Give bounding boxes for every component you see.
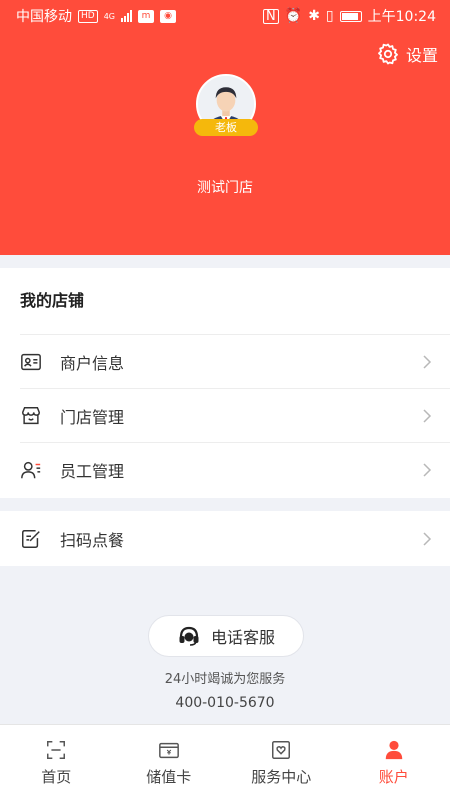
signal-icon (121, 10, 132, 22)
service-slogan: 24小时竭诚为您服务 (164, 672, 286, 687)
bottom-tab-bar: 首页 储值卡 服务中心 账户 (0, 724, 450, 800)
service-phone-number[interactable]: 400-010-5670 (0, 695, 450, 711)
gear-icon (378, 43, 398, 65)
menu-item-label: 扫码点餐 (60, 530, 125, 550)
edit-note-icon (22, 529, 40, 548)
tab-label: 储值卡 (146, 768, 192, 786)
settings-button[interactable]: 设置 (376, 42, 438, 66)
tab-home[interactable]: 首页 (0, 725, 113, 800)
clock-label: 上午10:24 (367, 9, 436, 25)
role-badge: 老板 (194, 119, 258, 136)
tab-account[interactable]: 账户 (338, 725, 450, 800)
network-label: 4G (103, 11, 115, 21)
headset-icon (179, 626, 199, 646)
profile-header: 设置 老板 测试门店 (0, 0, 450, 255)
id-card-icon (21, 353, 41, 370)
tab-label: 账户 (378, 768, 409, 786)
menu-item-label: 门店管理 (60, 407, 125, 427)
store-name: 测试门店 (197, 180, 253, 196)
heart-box-icon (272, 741, 291, 759)
extra-card: 扫码点餐 (0, 511, 450, 566)
wallet-card-icon (158, 742, 179, 759)
carrier-label: 中国移动 (16, 9, 72, 25)
phone-support-label: 电话客服 (210, 628, 275, 647)
hd-badge: HD (78, 9, 98, 23)
tab-label: 首页 (41, 768, 72, 786)
alarm-icon: ⏰ (284, 8, 303, 24)
menu-item-label: 员工管理 (60, 461, 125, 481)
person-icon (385, 740, 402, 760)
tab-service-center[interactable]: 服务中心 (225, 725, 338, 800)
nfc-icon: N (263, 8, 279, 24)
chevron-right-icon (423, 462, 432, 477)
menu-item-staff-management[interactable]: 员工管理 (20, 442, 450, 496)
tab-label: 服务中心 (251, 768, 312, 786)
chevron-right-icon (423, 354, 432, 369)
menu-item-store-management[interactable]: 门店管理 (20, 388, 450, 442)
phone-support-button[interactable]: 电话客服 (148, 615, 304, 657)
tab-stored-value-card[interactable]: 储值卡 (113, 725, 226, 800)
app-notification-icon: m (138, 9, 154, 23)
settings-label: 设置 (405, 46, 438, 65)
storefront-icon (22, 406, 40, 424)
scan-frame-icon (47, 741, 66, 759)
my-store-title: 我的店铺 (20, 291, 85, 310)
my-store-card: 我的店铺 商户信息 门店管理 员工管理 (0, 268, 450, 498)
weibo-icon: ◉ (160, 9, 176, 23)
vibrate-icon: ▯ (325, 8, 334, 24)
menu-item-scan-order[interactable]: 扫码点餐 (20, 511, 450, 566)
battery-icon (339, 10, 362, 22)
avatar[interactable]: 老板 (194, 74, 258, 136)
chevron-right-icon (423, 408, 432, 423)
staff-icon (21, 461, 41, 478)
menu-item-label: 商户信息 (60, 353, 125, 373)
bluetooth-icon: ✱ (308, 8, 320, 24)
chevron-right-icon (423, 531, 432, 546)
status-bar: 中国移动 HD 4G m ◉ N ⏰ ✱ ▯ 上午10:24 (0, 0, 450, 32)
menu-item-merchant-info[interactable]: 商户信息 (20, 334, 450, 388)
